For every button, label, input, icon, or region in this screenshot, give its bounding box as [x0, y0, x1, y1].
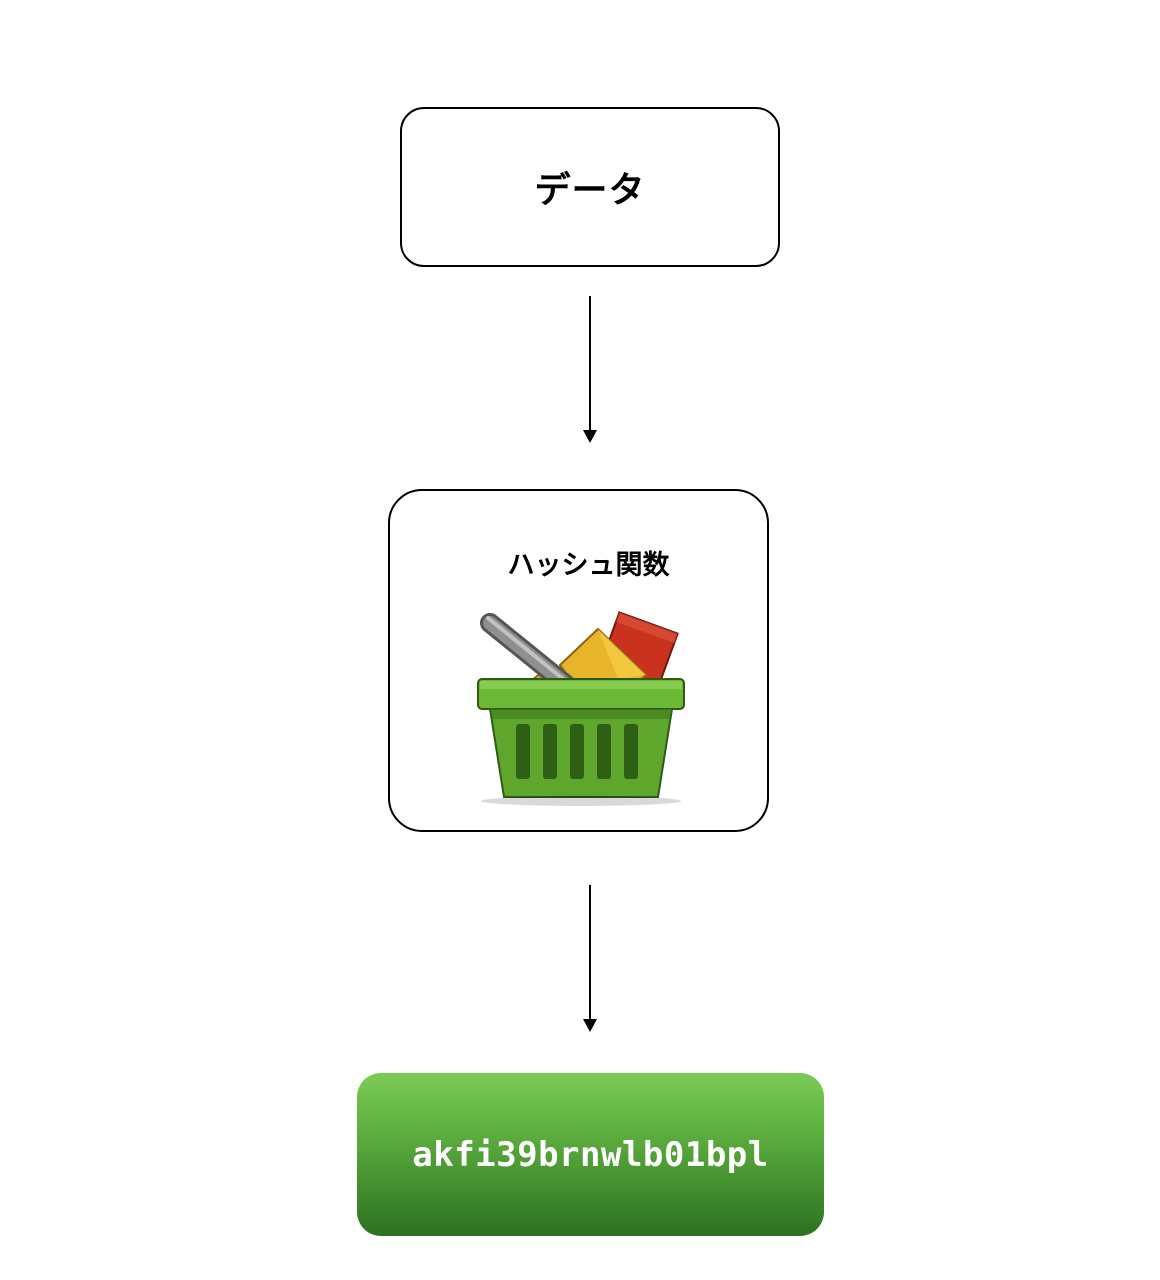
arrow-hash-to-output	[583, 885, 597, 1032]
input-node: データ	[400, 107, 780, 267]
input-node-label: データ	[534, 170, 646, 211]
hash-function-node: ハッシュ関数	[388, 489, 769, 832]
hash-function-label: ハッシュ関数	[507, 550, 670, 581]
hash-value-label: akfi39brnwlb01bpl	[412, 1134, 769, 1175]
arrow-input-to-hash	[583, 296, 597, 443]
output-node: akfi39brnwlb01bpl	[357, 1073, 824, 1236]
basket-icon	[477, 611, 685, 806]
